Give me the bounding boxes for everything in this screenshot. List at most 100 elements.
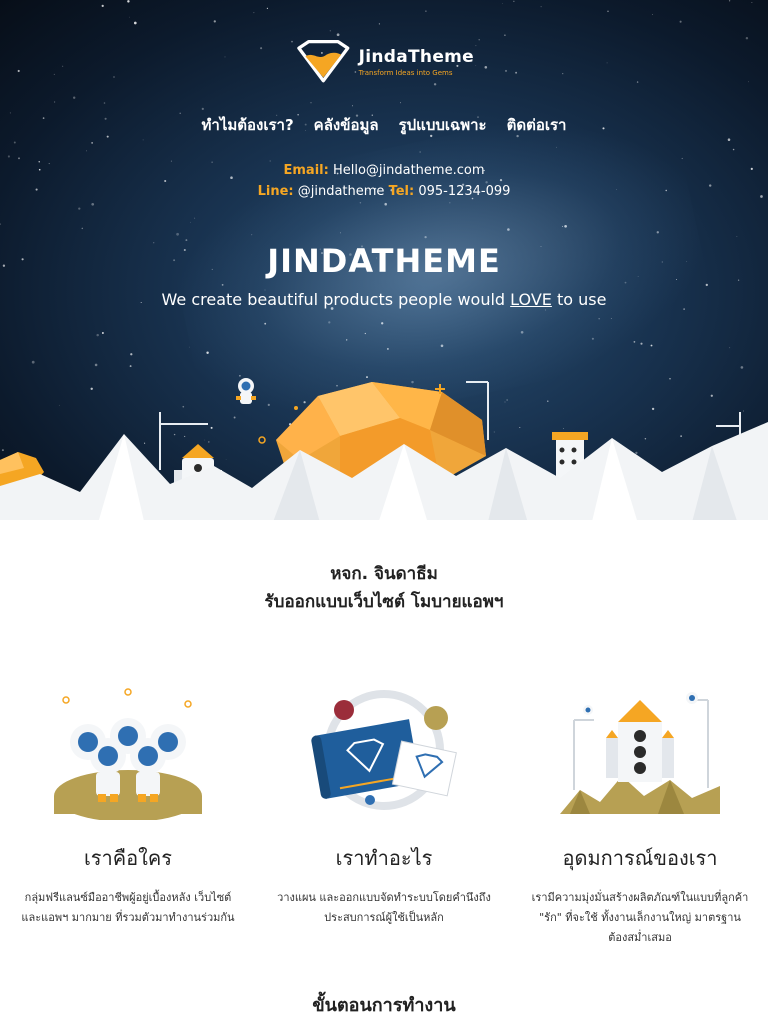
feature-title: เราทำอะไร: [335, 846, 433, 870]
nav-item-resources[interactable]: คลังข้อมูล: [314, 113, 379, 137]
star: [729, 347, 731, 349]
feature-what-we-do: เราทำอะไร วางแผน และออกแบบจัดทำระบบโดยคำ…: [256, 680, 512, 948]
gem-logo-icon: [297, 40, 350, 83]
star: [400, 102, 401, 104]
feature-who-we-are: เราคือใคร กลุ่มฟรีแลนซ์มืออาชีพผู้อยู่เบ…: [0, 680, 256, 948]
star: [13, 141, 16, 144]
star: [101, 332, 104, 334]
star: [727, 138, 731, 141]
company-name: หจก. จินดาธีม: [330, 564, 438, 584]
star: [260, 47, 263, 50]
blueprint-plan-icon: [311, 690, 457, 810]
star: [652, 13, 653, 15]
star: [291, 40, 293, 43]
star: [679, 20, 682, 23]
email-label: Email:: [283, 163, 329, 178]
star: [130, 353, 133, 356]
hero-section: JindaTheme Transform Ideas into Gems ทำไ…: [0, 0, 768, 530]
star: [540, 6, 542, 8]
star: [475, 65, 477, 66]
star: [562, 73, 564, 75]
star: [73, 96, 76, 99]
star: [133, 21, 137, 25]
feature-our-ideology: อุดมการณ์ของเรา เรามีความมุ่งมั่นสร้างผล…: [512, 680, 768, 948]
feature-title: เราคือใคร: [83, 846, 173, 870]
star: [62, 65, 64, 67]
brand-name: JindaTheme: [358, 47, 474, 67]
brand-logo[interactable]: JindaTheme Transform Ideas into Gems: [294, 34, 474, 90]
star: [329, 30, 331, 32]
star: [213, 20, 216, 23]
star: [266, 7, 268, 9]
hero-subtitle-before: We create beautiful products people woul…: [161, 290, 511, 309]
star: [54, 101, 56, 103]
line-id[interactable]: @jindatheme: [298, 184, 385, 199]
rocket-launch-icon: [560, 692, 720, 814]
star: [103, 102, 106, 104]
star: [142, 139, 144, 141]
star: [17, 69, 20, 73]
star: [728, 0, 731, 2]
star: [607, 10, 609, 13]
star: [745, 36, 749, 40]
star: [91, 142, 93, 144]
intro-heading: หจก. จินดาธีม รับออกแบบเว็บไซต์ โมบายแอพ…: [0, 560, 768, 616]
star: [86, 150, 87, 152]
star: [502, 3, 503, 4]
star: [484, 66, 488, 69]
feature-description: เรามีความมุ่งมั่นสร้างผลิตภัณฑ์ในแบบที่ล…: [531, 891, 749, 944]
hero-subtitle-emphasis: LOVE: [510, 290, 552, 309]
nav-item-custom-design[interactable]: รูปแบบเฉพาะ: [399, 113, 487, 137]
star: [53, 73, 55, 75]
contact-line-row: Line: @jindatheme Tel: 095-1234-099: [0, 181, 768, 202]
tel-number[interactable]: 095-1234-099: [418, 184, 510, 199]
star: [96, 333, 99, 337]
star: [78, 207, 81, 210]
hero-title: JINDATHEME: [267, 242, 501, 280]
nav-item-why-us[interactable]: ทำไมต้องเรา?: [202, 113, 294, 137]
star: [636, 81, 639, 83]
star: [0, 223, 1, 225]
star: [504, 69, 508, 72]
line-label: Line:: [257, 184, 294, 199]
star: [513, 0, 515, 2]
company-service: รับออกแบบเว็บไซต์ โมบายแอพฯ: [264, 592, 504, 612]
star: [425, 10, 427, 12]
logo-text: JindaTheme Transform Ideas into Gems: [359, 47, 474, 77]
star: [310, 101, 312, 104]
astronaut-team-icon: [54, 688, 202, 820]
star: [475, 45, 477, 47]
main-nav: ทำไมต้องเรา? คลังข้อมูล รูปแบบเฉพาะ ติดต…: [0, 113, 768, 137]
star: [748, 81, 749, 83]
moon-landscape-illustration: [0, 378, 768, 530]
contact-info: Email: Hello@jindatheme.com Line: @jinda…: [0, 160, 768, 202]
star: [253, 12, 255, 14]
star: [751, 1, 753, 3]
star: [732, 148, 735, 151]
star: [201, 107, 204, 111]
feature-description: กลุ่มฟรีแลนซ์มืออาชีพผู้อยู่เบื้องหลัง เ…: [21, 891, 235, 924]
star: [101, 4, 104, 8]
star: [478, 38, 480, 41]
star: [351, 105, 354, 107]
feature-title: อุดมการณ์ของเรา: [562, 846, 718, 870]
star: [18, 157, 20, 160]
feature-description: วางแผน และออกแบบจัดทำระบบโดยคำนึงถึงประส…: [277, 891, 491, 924]
star: [378, 23, 381, 25]
brand-tagline: Transform Ideas into Gems: [358, 69, 453, 77]
star: [224, 56, 226, 58]
star: [504, 34, 506, 37]
star: [515, 71, 518, 74]
star: [127, 0, 130, 3]
email-link[interactable]: Hello@jindatheme.com: [333, 163, 485, 178]
nav-item-contact[interactable]: ติดต่อเรา: [507, 113, 567, 137]
process-heading: ขั้นตอนการทำงาน: [312, 995, 456, 1016]
hero-subtitle: We create beautiful products people woul…: [0, 290, 768, 309]
star: [7, 155, 10, 158]
hero-subtitle-after: to use: [551, 290, 607, 309]
star: [91, 202, 95, 206]
tel-label: Tel:: [388, 184, 415, 199]
star: [606, 62, 608, 64]
features-row: เราคือใคร กลุ่มฟรีแลนซ์มืออาชีพผู้อยู่เบ…: [0, 680, 768, 948]
star: [129, 16, 130, 18]
